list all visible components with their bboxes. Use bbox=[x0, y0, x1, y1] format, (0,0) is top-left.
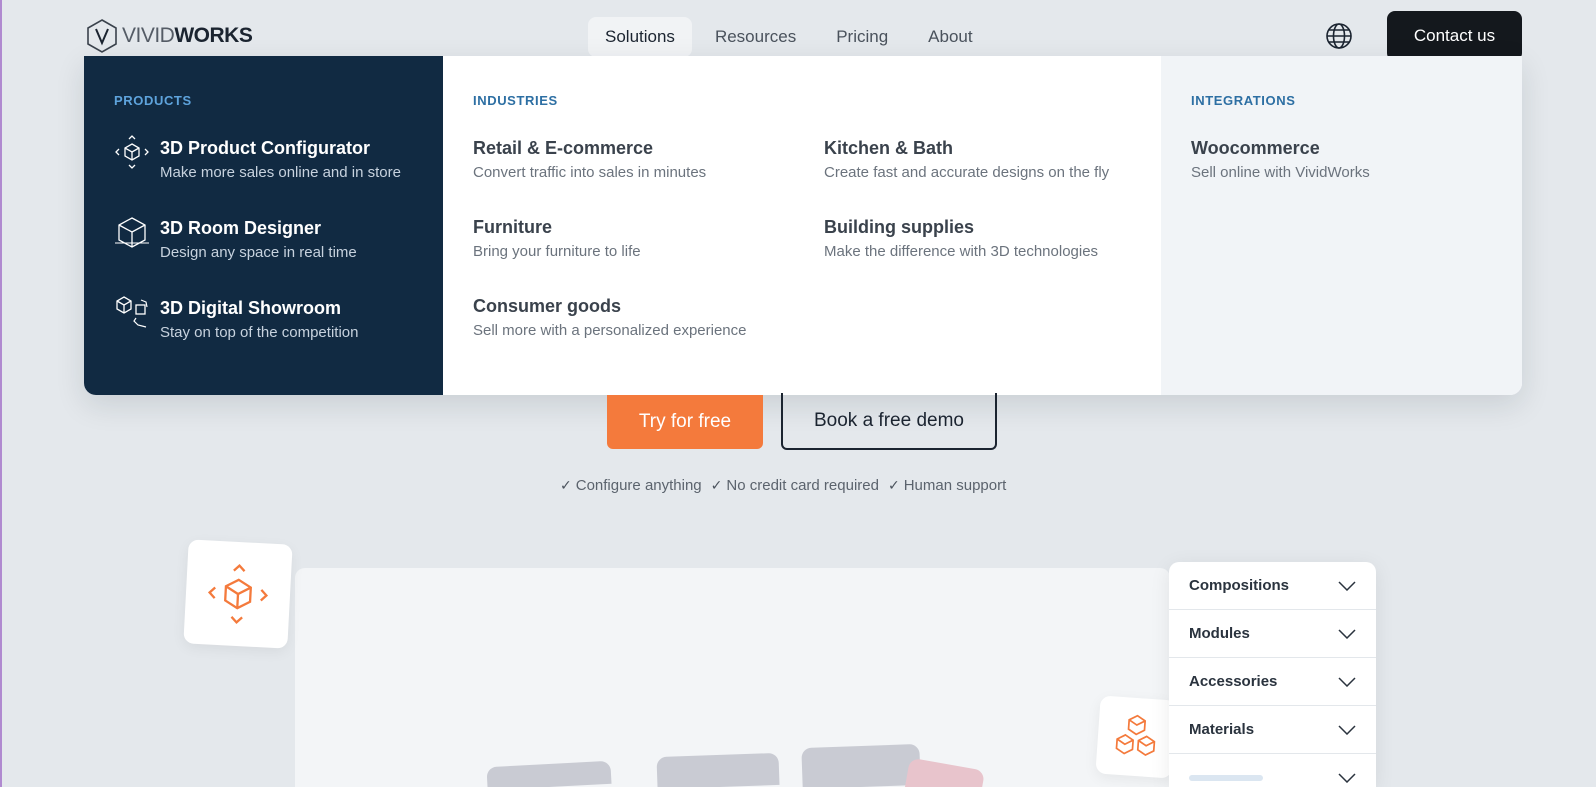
product-title: 3D Digital Showroom bbox=[160, 298, 342, 318]
panel-row-label: Accessories bbox=[1189, 673, 1278, 690]
logo-part-2: WORKS bbox=[174, 24, 253, 47]
sofa-cushion bbox=[486, 760, 612, 787]
integration-subtitle: Sell online with VividWorks bbox=[1191, 164, 1370, 181]
panel-row-modules[interactable]: Modules bbox=[1169, 610, 1376, 658]
main-nav: Solutions Resources Pricing About bbox=[588, 17, 990, 57]
product-3d-digital-showroom[interactable]: 3D Digital Showroom Stay on top of the c… bbox=[114, 296, 413, 341]
logo-wordmark: VIVIDWORKS bbox=[122, 24, 253, 48]
industry-retail[interactable]: Retail & E-commerce Convert traffic into… bbox=[473, 138, 824, 181]
product-subtitle: Make more sales online and in store bbox=[160, 164, 401, 181]
industry-building-supplies[interactable]: Building supplies Make the difference wi… bbox=[824, 217, 1154, 260]
industry-title: Retail & E-commerce bbox=[473, 138, 654, 158]
sofa-pillow bbox=[904, 757, 986, 787]
industry-title: Furniture bbox=[473, 217, 552, 237]
panel-row-compositions[interactable]: Compositions bbox=[1169, 562, 1376, 610]
industry-title: Consumer goods bbox=[473, 296, 622, 316]
showroom-icon bbox=[116, 296, 148, 328]
industries-column: INDUSTRIES Retail & E-commerce Convert t… bbox=[443, 56, 1161, 395]
industry-subtitle: Sell more with a personalized experience bbox=[473, 322, 747, 339]
book-demo-button[interactable]: Book a free demo bbox=[781, 393, 997, 450]
product-3d-room-designer[interactable]: 3D Room Designer Design any space in rea… bbox=[114, 217, 413, 261]
check-icon: ✓ bbox=[560, 477, 572, 493]
industries-heading: INDUSTRIES bbox=[473, 93, 558, 108]
feature-list: ✓ Configure anything ✓ No credit card requ… bbox=[560, 477, 1006, 494]
feature-label: Human support bbox=[903, 477, 1007, 494]
chevron-down-icon bbox=[1338, 724, 1356, 735]
configurator-panel: Compositions Modules Accessories Materia… bbox=[1169, 562, 1376, 787]
nav-solutions[interactable]: Solutions bbox=[588, 17, 692, 57]
feature-item: ✓ Configure anything bbox=[560, 477, 702, 494]
industry-subtitle: Make the difference with 3D technologies bbox=[824, 243, 1099, 260]
industry-subtitle: Bring your furniture to life bbox=[473, 243, 641, 260]
chevron-down-icon bbox=[1338, 676, 1356, 687]
product-3d-configurator[interactable]: 3D Product Configurator Make more sales … bbox=[114, 135, 413, 181]
room-cube-icon bbox=[115, 217, 149, 248]
product-subtitle: Design any space in real time bbox=[160, 244, 357, 261]
product-title: 3D Room Designer bbox=[160, 218, 322, 238]
rotate-tile bbox=[183, 539, 293, 649]
contact-us-button[interactable]: Contact us bbox=[1387, 11, 1522, 61]
industry-subtitle: Create fast and accurate designs on the … bbox=[824, 164, 1110, 181]
product-subtitle: Stay on top of the competition bbox=[160, 324, 359, 341]
feature-label: Configure anything bbox=[575, 477, 702, 494]
chevron-down-icon bbox=[1338, 772, 1356, 783]
check-icon: ✓ bbox=[710, 477, 723, 493]
stacked-cubes-icon bbox=[1115, 714, 1156, 757]
feature-item: ✓ No credit card required bbox=[711, 477, 879, 494]
globe-icon[interactable] bbox=[1325, 22, 1353, 50]
logo-hexagon-icon bbox=[87, 19, 117, 53]
panel-row-accessories[interactable]: Accessories bbox=[1169, 658, 1376, 706]
products-column: PRODUCTS 3D Product Configurator Make mo… bbox=[84, 56, 443, 395]
sofa-cushion bbox=[801, 743, 921, 787]
logo-part-1: VIVID bbox=[122, 24, 175, 47]
page-left-edge bbox=[0, 0, 2, 787]
industry-consumer-goods[interactable]: Consumer goods Sell more with a personal… bbox=[473, 296, 824, 339]
rotate-cube-icon bbox=[207, 563, 269, 625]
modules-tile bbox=[1095, 695, 1177, 779]
integration-woocommerce[interactable]: Woocommerce Sell online with VividWorks bbox=[1191, 138, 1492, 181]
panel-row-label: Compositions bbox=[1189, 577, 1289, 594]
industry-title: Kitchen & Bath bbox=[824, 138, 954, 158]
nav-about[interactable]: About bbox=[911, 17, 989, 57]
panel-row-loading[interactable] bbox=[1169, 754, 1376, 787]
check-icon: ✓ bbox=[887, 477, 900, 493]
industry-furniture[interactable]: Furniture Bring your furniture to life bbox=[473, 217, 824, 260]
panel-row-materials[interactable]: Materials bbox=[1169, 706, 1376, 754]
chevron-down-icon bbox=[1338, 628, 1356, 639]
feature-item: ✓ Human support bbox=[888, 477, 1006, 494]
rotate-cube-icon bbox=[115, 135, 149, 169]
vividworks-logo[interactable]: VIVIDWORKS bbox=[86, 18, 253, 54]
configurator-stage bbox=[295, 568, 1170, 787]
industry-subtitle: Convert traffic into sales in minutes bbox=[473, 164, 707, 181]
product-title: 3D Product Configurator bbox=[160, 138, 370, 158]
integrations-heading: INTEGRATIONS bbox=[1191, 93, 1296, 108]
panel-row-label: Modules bbox=[1189, 625, 1250, 642]
try-for-free-button[interactable]: Try for free bbox=[607, 395, 763, 449]
industries-grid: Retail & E-commerce Convert traffic into… bbox=[473, 138, 1131, 339]
chevron-down-icon bbox=[1338, 580, 1356, 591]
products-heading: PRODUCTS bbox=[114, 93, 192, 108]
nav-pricing[interactable]: Pricing bbox=[819, 17, 905, 57]
industry-title: Building supplies bbox=[824, 217, 975, 237]
panel-row-label: Materials bbox=[1189, 721, 1255, 738]
feature-label: No credit card required bbox=[726, 477, 879, 494]
integrations-column: INTEGRATIONS Woocommerce Sell online wit… bbox=[1161, 56, 1522, 395]
sofa-cushion bbox=[656, 752, 780, 787]
solutions-mega-menu: PRODUCTS 3D Product Configurator Make mo… bbox=[84, 56, 1522, 395]
nav-resources[interactable]: Resources bbox=[698, 17, 813, 57]
industry-kitchen-bath[interactable]: Kitchen & Bath Create fast and accurate … bbox=[824, 138, 1154, 181]
integration-title: Woocommerce bbox=[1191, 138, 1320, 158]
loading-placeholder bbox=[1189, 774, 1263, 781]
